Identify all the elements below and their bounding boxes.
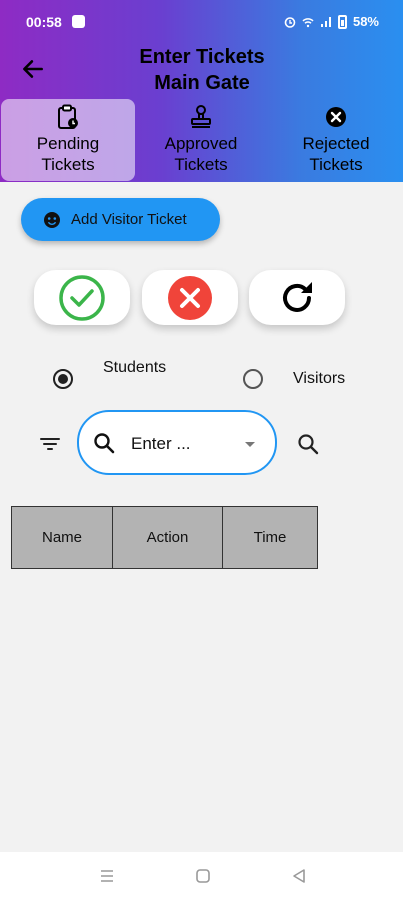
add-visitor-ticket-button[interactable]: Add Visitor Ticket <box>21 198 220 241</box>
reject-button[interactable] <box>142 270 238 325</box>
radio-visitors[interactable] <box>243 369 263 389</box>
refresh-button[interactable] <box>249 270 345 325</box>
status-time: 00:58 <box>26 14 62 30</box>
page-title-line1: Enter Tickets <box>139 46 265 68</box>
approve-button[interactable] <box>34 270 130 325</box>
back-arrow-icon[interactable] <box>20 56 46 82</box>
column-header-time: Time <box>223 506 318 569</box>
tab-rejected-label-line2: Tickets <box>309 155 363 174</box>
app-header: 00:58 58% Enter Tickets Main Gate Pendin… <box>0 0 403 182</box>
back-triangle-icon[interactable] <box>289 866 309 886</box>
search-dropdown[interactable]: Enter ... <box>77 410 277 475</box>
check-circle-icon <box>59 274 105 321</box>
column-header-name: Name <box>11 506 113 569</box>
system-nav-bar <box>0 852 403 900</box>
signal-icon <box>320 16 331 27</box>
status-right: 58% <box>284 14 379 29</box>
filter-icon[interactable] <box>38 432 62 456</box>
chevron-down-icon <box>245 442 255 447</box>
search-icon <box>94 433 115 454</box>
home-icon[interactable] <box>193 866 213 886</box>
tab-pending-tickets[interactable]: Pending Tickets <box>1 99 135 181</box>
tab-approved-label-line2: Tickets <box>174 155 228 174</box>
stamp-icon <box>191 105 211 128</box>
tab-pending-label-line1: Pending <box>36 134 100 153</box>
alarm-icon <box>284 16 296 28</box>
radio-students[interactable] <box>53 369 73 389</box>
tab-rejected-tickets[interactable]: Rejected Tickets <box>269 99 403 181</box>
radio-visitors-label[interactable]: Visitors <box>293 368 345 390</box>
column-header-action: Action <box>113 506 223 569</box>
tab-approved-tickets[interactable]: Approved Tickets <box>134 99 268 181</box>
refresh-icon <box>283 281 312 312</box>
wifi-icon <box>302 17 314 27</box>
add-visitor-ticket-label: Add Visitor Ticket <box>71 211 187 228</box>
tickets-table: Name Action Time <box>11 506 318 569</box>
battery-level: 58% <box>352 14 379 29</box>
clipboard-clock-icon <box>58 104 78 129</box>
cancel-circle-icon <box>326 107 346 127</box>
battery-icon <box>337 14 347 29</box>
tab-pending-label-line2: Tickets <box>41 155 95 174</box>
tab-pending-label: Pending Tickets <box>1 133 135 175</box>
tab-approved-label: Approved Tickets <box>134 133 268 175</box>
search-input-value: Enter ... <box>131 434 191 453</box>
status-bar: 00:58 58% <box>0 0 403 44</box>
recent-apps-icon[interactable] <box>97 866 117 886</box>
tab-rejected-label-line1: Rejected <box>302 134 370 153</box>
page-title: Enter Tickets Main Gate <box>110 44 294 96</box>
radio-students-label[interactable]: Students <box>103 357 171 379</box>
tab-rejected-label: Rejected Tickets <box>269 133 403 175</box>
notification-icon <box>72 15 85 28</box>
page-title-line2: Main Gate <box>154 72 250 94</box>
search-button-icon[interactable] <box>296 432 320 456</box>
face-icon <box>44 211 60 228</box>
tab-approved-label-line1: Approved <box>164 134 238 153</box>
cancel-icon <box>168 275 212 320</box>
